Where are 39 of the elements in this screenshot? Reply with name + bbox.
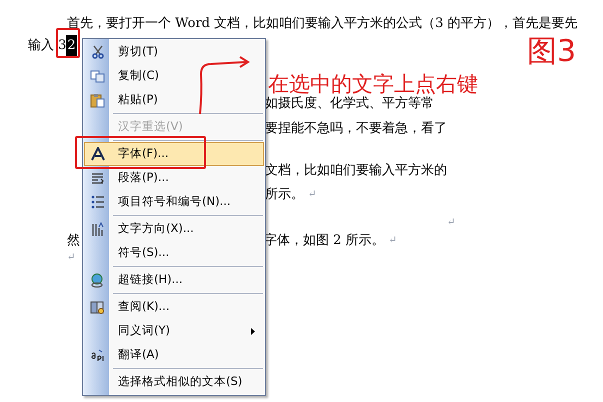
letter-a-icon xyxy=(90,147,104,161)
body-text: 输入 3 xyxy=(28,37,66,55)
selected-text: 2 xyxy=(66,35,77,57)
paragraph-icon xyxy=(90,172,104,184)
body-text: 首先，要打开一个 Word 文档，比如咱们要输入平方米的公式（3 的平方），首先是要先 xyxy=(67,16,578,31)
copy-icon xyxy=(90,70,105,82)
menu-item[interactable]: 选择格式相似的文本(S) xyxy=(84,370,264,394)
clipboard-icon xyxy=(90,92,105,108)
paragraph-mark: ↵ xyxy=(67,252,76,263)
highlight-frame xyxy=(56,28,80,58)
menu-item[interactable]: 复制(C) xyxy=(84,64,264,88)
menu-item[interactable]: 项目符号和编号(N)... xyxy=(84,190,264,214)
paragraph-mark: ↵ xyxy=(308,188,316,202)
curved-arrow xyxy=(199,56,250,114)
translate-icon xyxy=(90,348,105,362)
annotation-text: 在选中的文字上点右键 xyxy=(268,71,478,96)
body-text: 文档，比如咱们要输入平方米的 xyxy=(265,162,447,180)
globe-link-icon xyxy=(90,272,105,288)
body-text: 所示。 xyxy=(265,186,304,204)
text-direction-icon xyxy=(90,222,104,236)
menu-item[interactable]: 翻译(A) xyxy=(84,343,264,367)
menu-item[interactable]: 超链接(H)... xyxy=(84,268,264,292)
menu-item[interactable]: 粘贴(P) xyxy=(84,88,264,112)
bullet-list-icon xyxy=(90,195,104,209)
menu-item[interactable]: 剪切(T) xyxy=(84,40,264,64)
menu-item[interactable]: 同义词(Y) xyxy=(84,319,264,343)
body-text: 要捏能不急吗，不要着急，看了 xyxy=(265,120,447,138)
menu-item[interactable]: 符号(S)... xyxy=(84,241,264,265)
figure-label: 图3 xyxy=(527,36,576,68)
menu-item[interactable]: 字体(F)... xyxy=(84,142,264,166)
scissors-icon xyxy=(90,45,104,59)
paragraph-mark: ↵ xyxy=(447,217,456,228)
menu-item[interactable]: 段落(P)... xyxy=(84,166,264,190)
paragraph-mark: ↵ xyxy=(388,234,397,248)
menu-item[interactable]: 文字方向(X)... xyxy=(84,217,264,241)
body-text: 然 xyxy=(67,232,80,250)
book-search-icon xyxy=(90,300,105,314)
body-text: 如摄氏度、化学式、平方等常 xyxy=(265,95,434,113)
menu-item[interactable]: 查阅(K)... xyxy=(84,295,264,319)
